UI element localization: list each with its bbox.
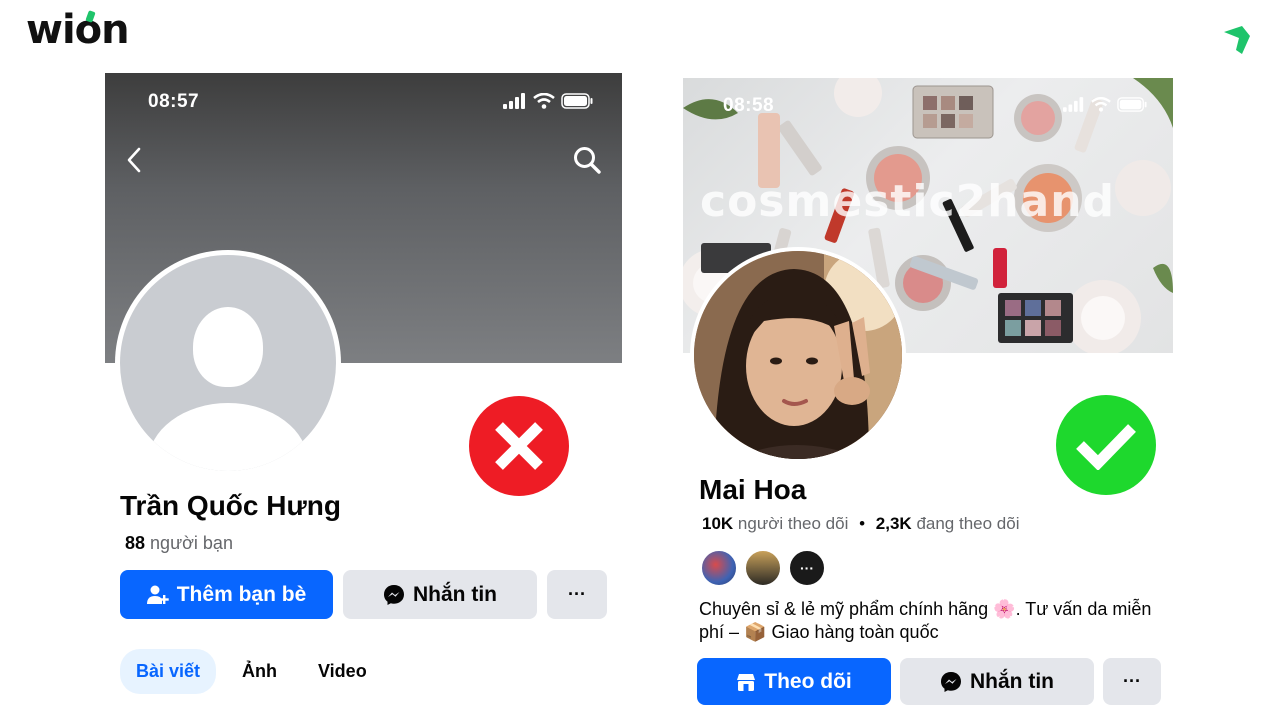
default-avatar[interactable] xyxy=(115,250,341,476)
signal-icon xyxy=(1063,97,1084,112)
avatar-silhouette-body xyxy=(148,403,308,471)
back-chevron-icon[interactable] xyxy=(126,147,142,173)
status-bar-icons-2 xyxy=(1063,97,1147,112)
mutual-avatar-more[interactable]: ··· xyxy=(788,549,826,587)
cover-watermark: cosmestic2hand xyxy=(700,176,1116,227)
verdict-badge-bad xyxy=(469,396,569,496)
portrait-illustration xyxy=(694,251,902,459)
tab-posts[interactable]: Bài viết xyxy=(120,649,216,694)
more-options-label-2: ··· xyxy=(1123,671,1141,691)
messenger-icon xyxy=(384,584,404,605)
profile-name-2: Mai Hoa xyxy=(699,474,807,505)
message-button[interactable]: Nhắn tin xyxy=(343,570,537,619)
follow-label: Theo dõi xyxy=(764,669,852,693)
profile-bio: Chuyên sỉ & lẻ mỹ phẩm chính hãng 🌸. Tư … xyxy=(699,599,1152,642)
avatar-silhouette-head xyxy=(193,307,263,387)
brand-logo: wion xyxy=(26,7,130,53)
status-bar-time-2: 08:58 xyxy=(723,95,775,116)
add-friend-label: Thêm bạn bè xyxy=(176,582,307,606)
mutual-avatar-2[interactable] xyxy=(744,549,782,587)
following-count: 2,3K xyxy=(875,514,912,533)
friend-count: 88 người bạn xyxy=(125,533,233,554)
follow-stats: 10K người theo dõi • 2,3K đang theo dõi xyxy=(702,514,1019,534)
status-bar-icons xyxy=(503,93,593,109)
follow-button[interactable]: Theo dõi xyxy=(697,658,891,705)
friend-count-number: 88 xyxy=(125,533,146,553)
message-label-2: Nhắn tin xyxy=(970,669,1054,693)
mutual-avatar-1[interactable] xyxy=(700,549,738,587)
followers-label: người theo dõi xyxy=(737,514,849,533)
signal-icon xyxy=(503,93,525,109)
wifi-icon xyxy=(533,93,555,109)
wifi-icon xyxy=(1091,97,1111,112)
follow-page-icon xyxy=(737,673,756,691)
tab-photos[interactable]: Ảnh xyxy=(242,661,277,682)
stats-separator: • xyxy=(859,514,866,533)
mutual-more-dots: ··· xyxy=(800,560,814,576)
more-options-label: ··· xyxy=(568,584,586,604)
followers-count: 10K xyxy=(702,514,734,533)
message-button-2[interactable]: Nhắn tin xyxy=(900,658,1094,705)
profile-avatar-photo[interactable] xyxy=(690,247,906,463)
more-options-button-2[interactable]: ··· xyxy=(1103,658,1161,705)
following-label: đang theo dõi xyxy=(916,514,1020,533)
more-options-button[interactable]: ··· xyxy=(547,570,607,619)
message-label: Nhắn tin xyxy=(413,582,497,606)
status-bar-time: 08:57 xyxy=(148,91,200,112)
verdict-badge-good xyxy=(1056,395,1156,495)
battery-icon xyxy=(561,93,593,109)
profile-name: Trần Quốc Hưng xyxy=(120,490,341,521)
messenger-icon xyxy=(941,671,961,692)
friend-count-label: người bạn xyxy=(150,533,233,553)
mutual-avatars: ··· xyxy=(700,549,826,587)
add-friend-button[interactable]: Thêm bạn bè xyxy=(120,570,333,619)
tab-videos[interactable]: Video xyxy=(318,661,367,682)
search-icon[interactable] xyxy=(573,146,601,174)
close-icon xyxy=(495,422,543,470)
brand-arrow-icon xyxy=(1224,26,1250,54)
add-person-icon xyxy=(146,585,169,604)
tab-posts-label: Bài viết xyxy=(135,661,201,681)
battery-icon xyxy=(1117,97,1147,112)
check-icon xyxy=(1076,424,1136,470)
